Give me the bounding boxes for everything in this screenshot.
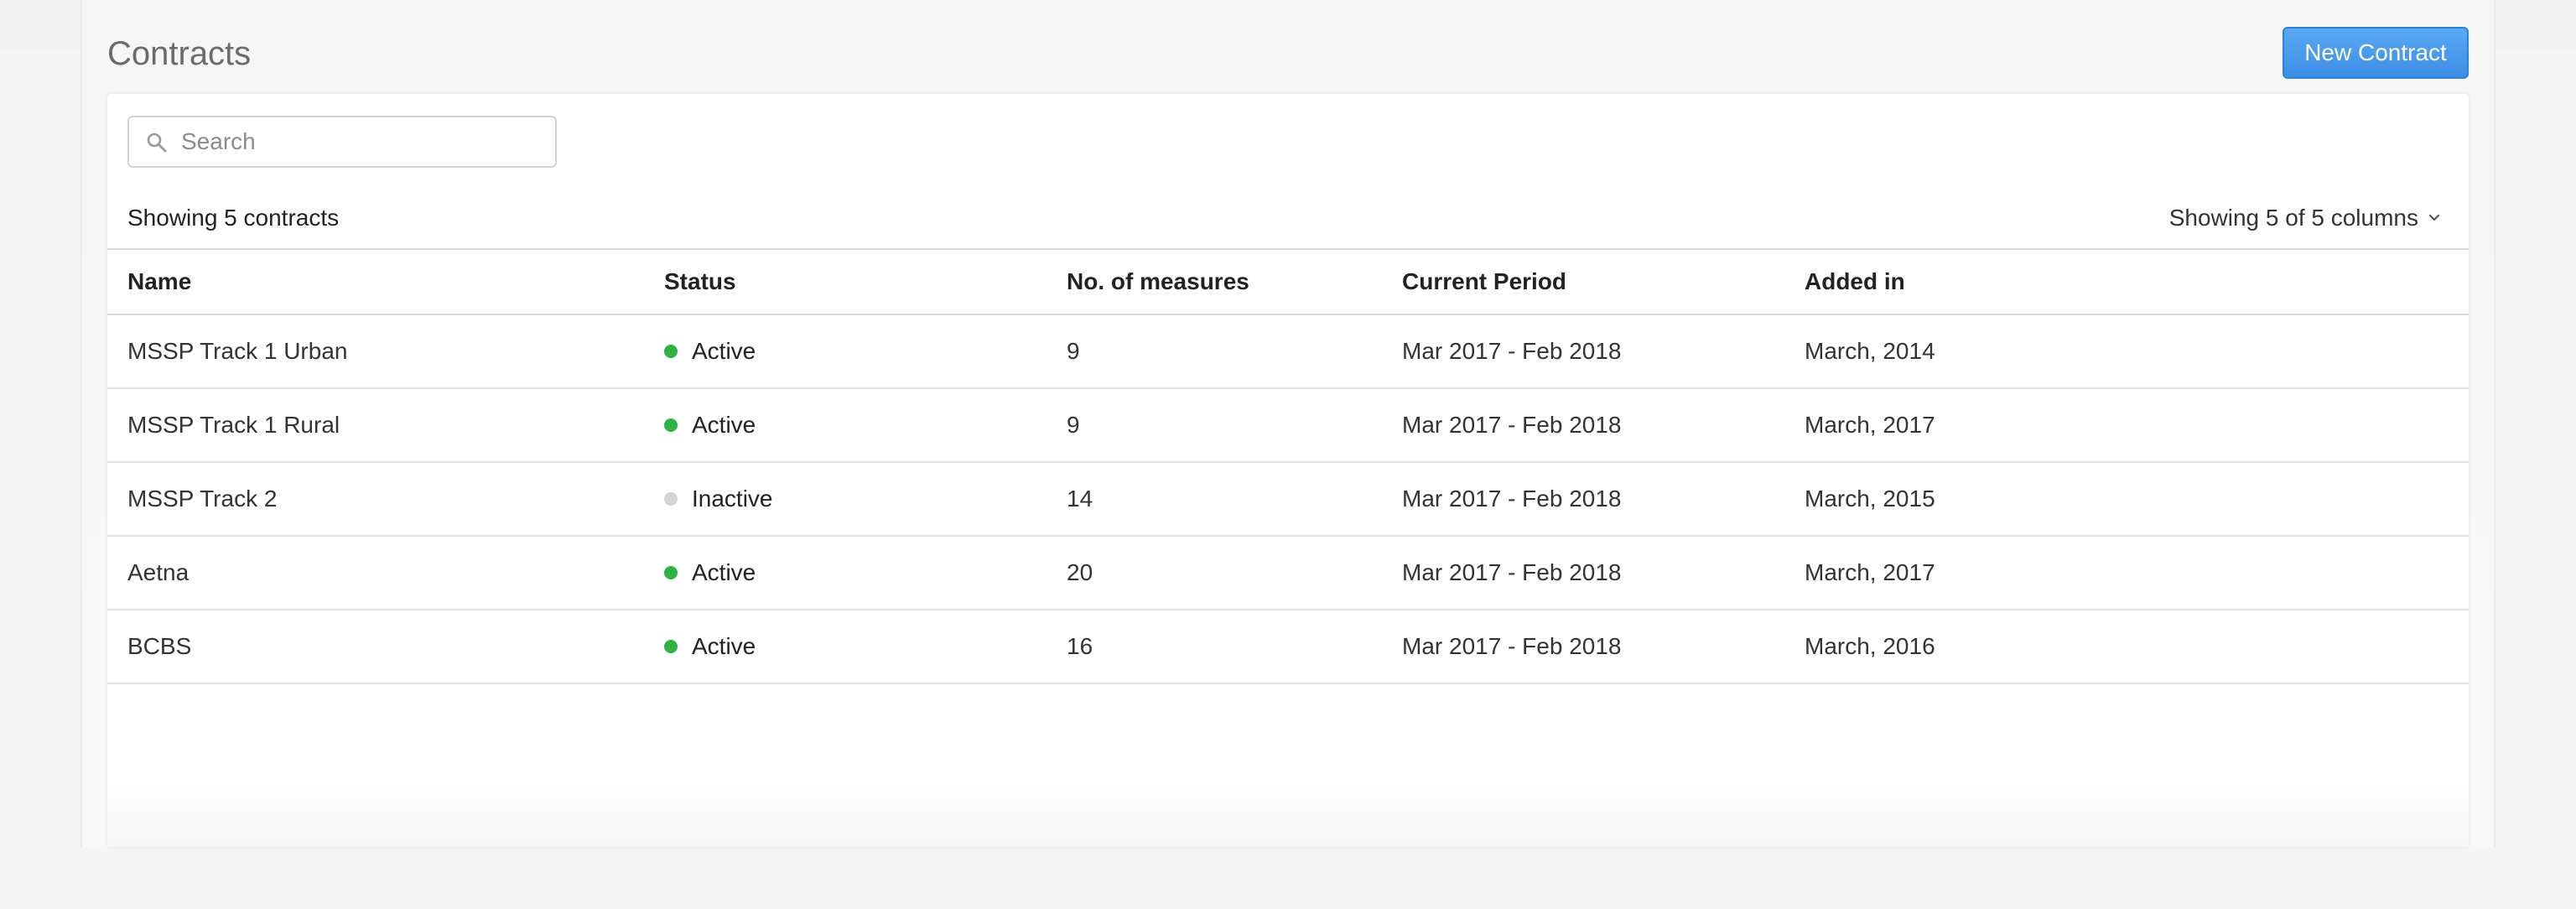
cell-added: March, 2017 [1805,412,1935,438]
cell-name: BCBS [127,633,192,659]
columns-toggle[interactable]: Showing 5 of 5 columns [2169,201,2440,235]
search-box[interactable] [127,116,557,168]
cell-status: Active [644,610,1046,683]
status-indicator: Inactive [664,486,1046,512]
cell-measures: 20 [1067,559,1093,585]
cell-period: Mar 2017 - Feb 2018 [1402,486,1622,512]
status-indicator: Active [664,412,1046,439]
column-header-current-period[interactable]: Current Period [1382,249,1784,314]
column-header-status[interactable]: Status [644,249,1046,314]
search-icon [147,132,167,153]
status-dot-icon [664,492,678,506]
status-label: Active [692,559,756,585]
status-label: Active [692,338,756,364]
cell-period: Mar 2017 - Feb 2018 [1402,412,1622,438]
contracts-table: Name Status No. of measures Current Peri… [107,248,2469,684]
status-indicator: Active [664,559,1046,586]
chevron-down-icon [2428,214,2440,221]
cell-measures: 14 [1067,486,1093,512]
cell-measures: 9 [1067,412,1080,438]
status-indicator: Active [664,338,1046,365]
cell-name: MSSP Track 1 Urban [127,338,348,364]
column-header-measures[interactable]: No. of measures [1046,249,1382,314]
cell-measures: 16 [1067,633,1093,659]
status-dot-icon [664,566,678,579]
cell-status: Active [644,314,1046,388]
cell-period: Mar 2017 - Feb 2018 [1402,338,1622,364]
table-row[interactable]: MSSP Track 1 Urban Active 9 Mar 2017 - F… [107,314,2469,388]
column-header-added-in[interactable]: Added in [1784,249,2469,314]
table-row[interactable]: MSSP Track 2 Inactive 14 Mar 2017 - Feb … [107,462,2469,536]
status-label: Active [692,633,756,659]
table-row[interactable]: BCBS Active 16 Mar 2017 - Feb 2018 March… [107,610,2469,683]
contracts-card: Showing 5 contracts Showing 5 of 5 colum… [107,94,2469,847]
cell-status: Inactive [644,462,1046,536]
table-header-row: Name Status No. of measures Current Peri… [107,249,2469,314]
cell-name: MSSP Track 2 [127,486,278,512]
cell-name: MSSP Track 1 Rural [127,412,340,438]
table-row[interactable]: Aetna Active 20 Mar 2017 - Feb 2018 Marc… [107,536,2469,610]
card-bottom-fade [107,780,2469,847]
cell-added: March, 2017 [1805,559,1935,585]
contracts-count-label: Showing 5 contracts [127,205,340,231]
new-contract-button[interactable]: New Contract [2283,27,2469,79]
cell-added: March, 2015 [1805,486,1935,512]
cell-added: March, 2014 [1805,338,1935,364]
status-dot-icon [664,418,678,432]
cell-name: Aetna [127,559,190,585]
search-input[interactable] [181,117,542,166]
status-label: Active [692,412,756,438]
status-dot-icon [664,345,678,358]
status-dot-icon [664,640,678,653]
cell-status: Active [644,388,1046,462]
columns-toggle-label: Showing 5 of 5 columns [2168,205,2418,231]
cell-status: Active [644,536,1046,610]
cell-measures: 9 [1067,338,1080,364]
column-header-name[interactable]: Name [107,249,644,314]
status-indicator: Active [664,633,1046,660]
cell-period: Mar 2017 - Feb 2018 [1402,559,1622,585]
page-title: Contracts [107,35,252,72]
status-label: Inactive [692,486,773,512]
cell-added: March, 2016 [1805,633,1935,659]
cell-period: Mar 2017 - Feb 2018 [1402,633,1622,659]
table-row[interactable]: MSSP Track 1 Rural Active 9 Mar 2017 - F… [107,388,2469,462]
